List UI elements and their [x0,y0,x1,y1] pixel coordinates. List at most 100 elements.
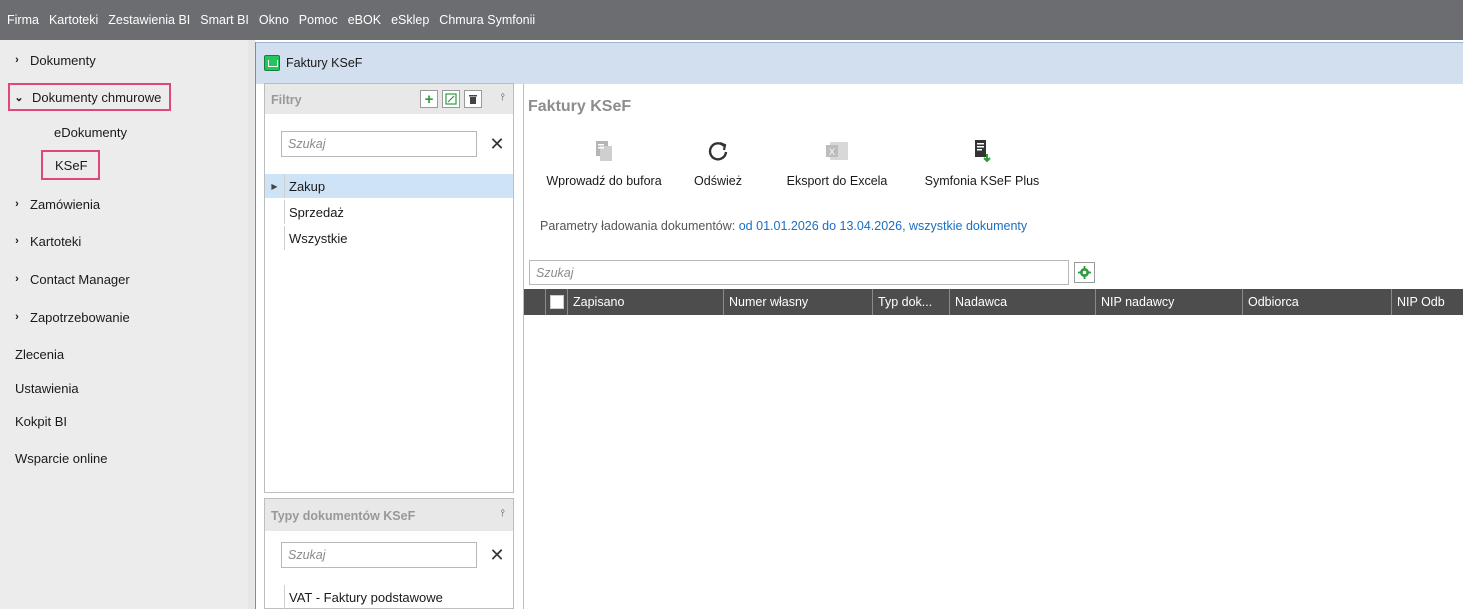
excel-export-icon: X [824,138,850,164]
delete-filter-button[interactable] [464,90,482,108]
row-indicator-empty [265,200,285,224]
filters-search-field[interactable] [282,132,476,156]
menu-smart-bi[interactable]: Smart BI [200,13,249,27]
action-label: Symfonia KSeF Plus [924,174,1040,188]
edit-filter-button[interactable] [442,90,460,108]
filters-panel-header: Filtry + ⫯ [265,84,513,114]
params-link[interactable]: od 01.01.2026 do 13.04.2026, wszystkie d… [739,219,1027,233]
pin-icon[interactable]: ⫯ [501,508,505,519]
params-label: Parametry ładowania dokumentów: [540,219,736,233]
filter-item-label: Zakup [289,178,326,194]
doc-types-panel: Typy dokumentów KSeF ⫯ ✕ VAT - Faktury p… [264,498,514,609]
nav-item-dokumenty-chmurowe[interactable]: ⌄ Dokumenty chmurowe [8,83,172,111]
nav-item-label: Ustawienia [15,380,79,396]
nav-item-wsparcie-online[interactable]: Wsparcie online [15,446,108,470]
content-divider [523,84,524,609]
menu-esklep[interactable]: eSklep [391,13,429,27]
nav-item-label: Dokumenty [30,52,96,68]
filter-item-label: Sprzedaż [289,204,344,220]
close-icon[interactable]: ✕ [488,135,506,153]
nav-item-zapotrzebowanie[interactable]: › Zapotrzebowanie [10,305,130,329]
column-header-typ-dok[interactable]: Typ dok... [873,289,950,315]
select-all-checkbox[interactable] [550,295,564,309]
pin-icon[interactable]: ⫯ [501,92,505,103]
odswiez-button[interactable]: Odśwież [684,130,752,200]
doc-type-item[interactable]: VAT - Faktury podstawowe [265,585,513,609]
nav-item-label: KSeF [55,157,88,173]
edit-icon [445,93,457,105]
menu-zestawienia-bi[interactable]: Zestawienia BI [108,13,190,27]
row-indicator-empty [265,226,285,250]
eksport-do-excela-button[interactable]: X Eksport do Excela [776,130,898,200]
column-header-nadawca[interactable]: Nadawca [950,289,1096,315]
filter-item-label: Wszystkie [289,230,348,246]
nav-item-label: Kokpit BI [15,413,68,429]
symfonia-ksef-plus-button[interactable]: Symfonia KSeF Plus [918,130,1046,200]
column-header-zapisano[interactable]: Zapisano [568,289,724,315]
filters-search-input[interactable] [281,131,477,157]
document-to-buffer-icon [591,138,617,164]
chevron-right-icon: › [15,273,19,285]
doc-types-search-input[interactable] [281,542,477,568]
nav-item-label: Kartoteki [30,233,82,249]
gear-icon [1078,266,1091,279]
nav-item-ksef[interactable]: KSeF [41,150,100,180]
nav-item-zamowienia[interactable]: › Zamówienia [10,192,100,216]
chevron-right-icon: › [15,311,19,323]
nav-item-kartoteki[interactable]: › Kartoteki [10,229,81,253]
nav-item-label: Wsparcie online [15,450,108,466]
menu-firma[interactable]: Firma [7,13,39,27]
menu-pomoc[interactable]: Pomoc [299,13,338,27]
action-label: Odśwież [694,174,742,188]
menu-okno[interactable]: Okno [259,13,289,27]
svg-text:X: X [829,147,835,157]
nav-item-zlecenia[interactable]: Zlecenia [15,342,64,366]
row-selector-header [524,289,546,315]
nav-item-kokpit-bi[interactable]: Kokpit BI [15,409,67,433]
grid-settings-button[interactable] [1074,262,1095,283]
doc-types-panel-header: Typy dokumentów KSeF ⫯ [265,499,513,531]
chevron-right-icon: › [15,198,19,210]
window-title: Faktury KSeF [286,56,363,70]
chevron-down-icon: ⌄ [14,91,24,104]
column-header-numer-wlasny[interactable]: Numer własny [724,289,873,315]
sidebar-nav: › Dokumenty ⌄ Dokumenty chmurowe eDokume… [0,40,248,609]
page-title: Faktury KSeF [528,98,632,115]
menu-chmura-symfonii[interactable]: Chmura Symfonii [439,13,535,27]
nav-item-label: Contact Manager [30,271,130,287]
load-parameters: Parametry ładowania dokumentów: od 01.01… [540,219,1027,233]
column-header-odbiorca[interactable]: Odbiorca [1243,289,1392,315]
column-header-nip-nadawcy[interactable]: NIP nadawcy [1096,289,1243,315]
grid-search-input[interactable] [529,260,1069,285]
column-header-nip-odbiorcy[interactable]: NIP Odb [1392,289,1463,315]
basket-icon [264,55,280,71]
window-title-bar: Faktury KSeF [256,42,1463,84]
doc-type-item-label: VAT - Faktury podstawowe [289,589,443,605]
nav-item-contact-manager[interactable]: › Contact Manager [10,267,130,291]
wprowadz-do-bufora-button[interactable]: Wprowadź do bufora [534,130,674,200]
select-all-checkbox-cell[interactable] [546,289,568,315]
doc-types-title: Typy dokumentów KSeF [271,509,416,523]
refresh-icon [705,138,731,164]
filter-item-sprzedaz[interactable]: Sprzedaż [265,200,513,224]
row-indicator-empty [265,585,285,609]
menu-kartoteki[interactable]: Kartoteki [49,13,98,27]
action-label: Wprowadź do bufora [546,174,662,188]
menu-ebok[interactable]: eBOK [348,13,381,27]
splitter[interactable] [248,40,255,609]
nav-item-dokumenty[interactable]: › Dokumenty [10,48,96,72]
filter-item-wszystkie[interactable]: Wszystkie [265,226,513,250]
nav-item-label: Zamówienia [30,196,101,212]
grid-search-field[interactable] [530,261,1068,284]
filter-item-zakup[interactable]: ▶ Zakup [265,174,513,198]
nav-item-ustawienia[interactable]: Ustawienia [15,376,79,400]
close-icon[interactable]: ✕ [488,546,506,564]
chevron-right-icon: › [15,235,19,247]
filters-panel: Filtry + ⫯ ✕ ▶ Zakup Sprzedaż Wszystkie [264,83,514,493]
nav-item-label: eDokumenty [54,124,127,140]
filters-title: Filtry [271,93,302,107]
add-filter-button[interactable]: + [420,90,438,108]
nav-item-edokumenty[interactable]: eDokumenty [54,120,127,144]
doc-types-search-field[interactable] [282,543,476,567]
ksef-plus-icon [969,138,995,164]
